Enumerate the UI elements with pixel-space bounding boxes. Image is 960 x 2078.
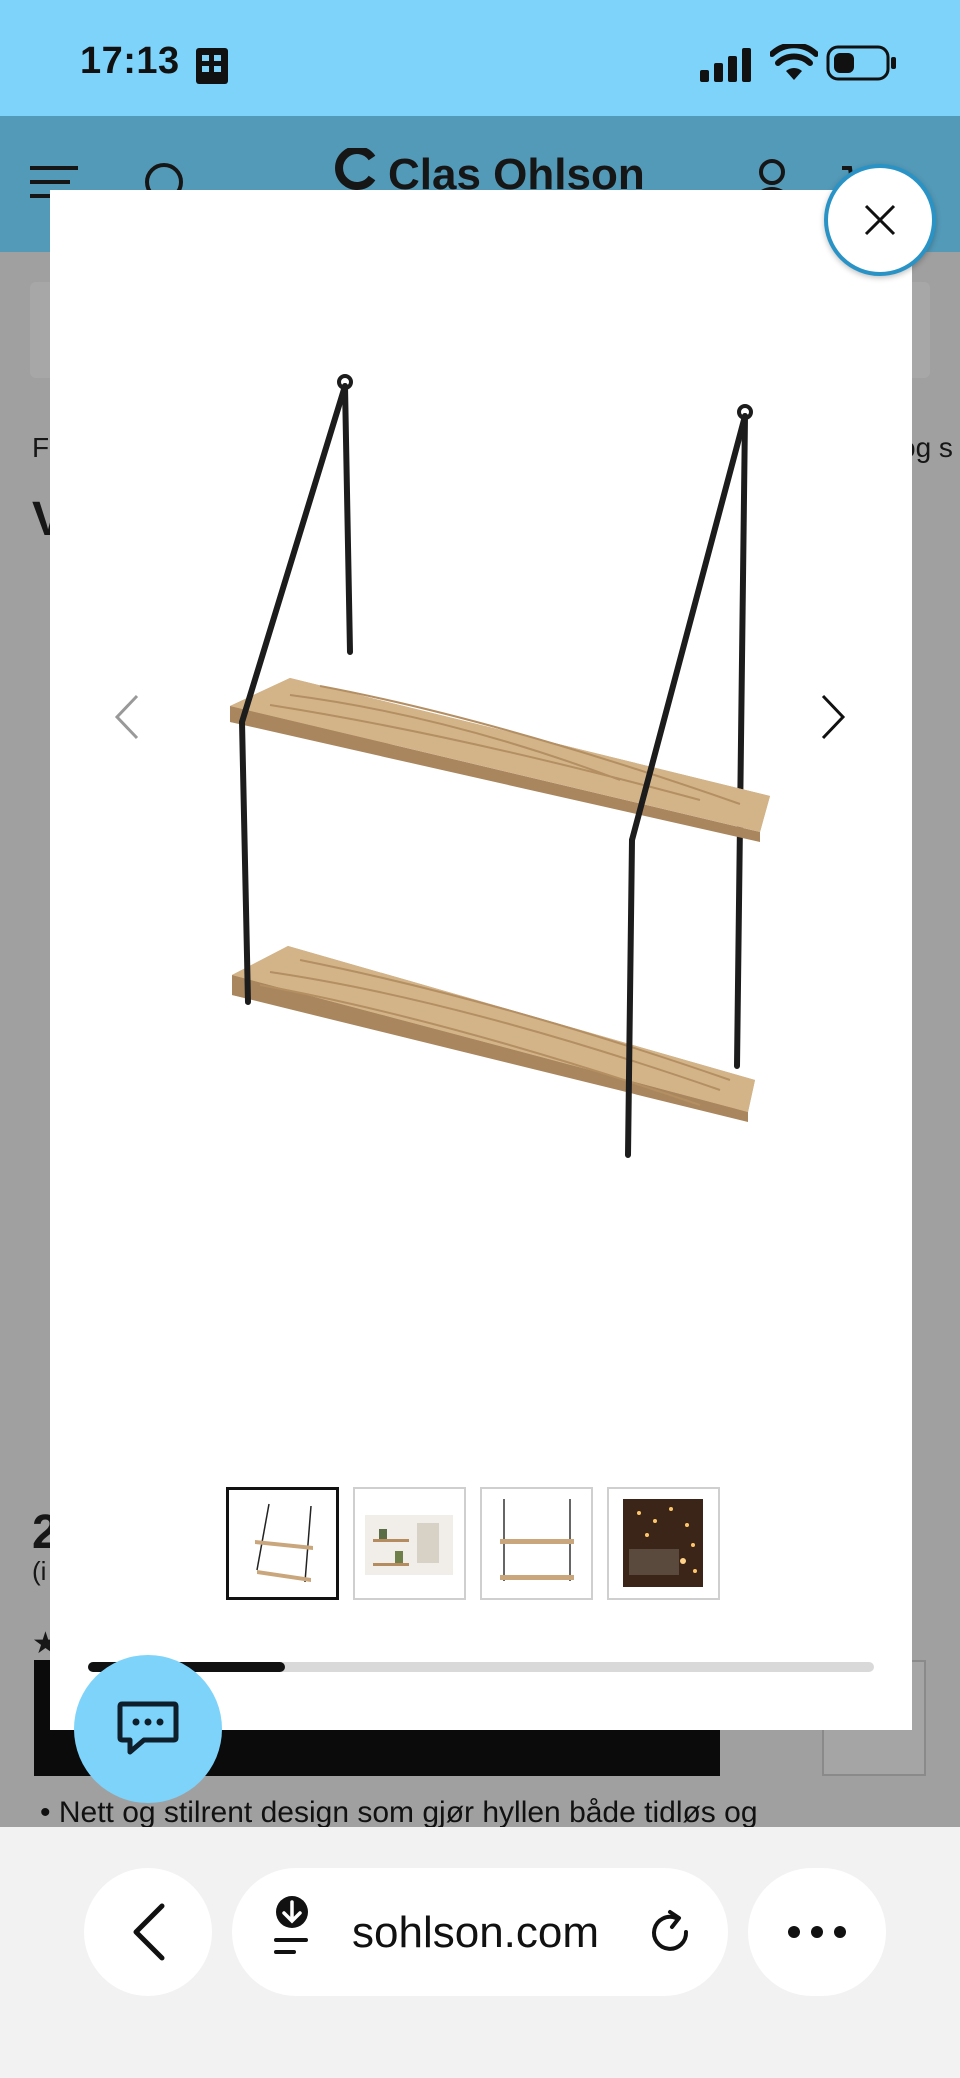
thumbnail-room-with-lights[interactable] — [607, 1487, 720, 1600]
reload-icon[interactable] — [646, 1908, 696, 1958]
wifi-icon — [770, 44, 818, 80]
thumbnail-shelf-front[interactable] — [226, 1487, 339, 1600]
chat-button[interactable] — [74, 1655, 222, 1803]
next-image-button[interactable] — [804, 677, 864, 757]
more-icon — [788, 1926, 846, 1938]
status-time: 17:13 — [80, 40, 180, 82]
status-bar: 17:13 — [0, 0, 960, 116]
cellular-signal-icon — [700, 48, 751, 82]
description-bullet-text: Nett og stilrent design som gjør hyllen … — [58, 1796, 758, 1829]
previous-image-button[interactable] — [96, 677, 156, 757]
back-icon — [133, 1903, 165, 1961]
thumbnail-room-with-lights-image — [623, 1499, 703, 1587]
thumbnail-shelf-with-plants-image — [365, 1515, 453, 1575]
thumbnail-shelf-plain[interactable] — [480, 1487, 593, 1600]
description-bullet: • Nett og stilrent design som gjør hylle… — [40, 1796, 758, 1829]
thumbnail-shelf-plain-image — [500, 1499, 574, 1581]
browser-url: sohlson.com — [352, 1908, 600, 1957]
thumbnail-strip — [226, 1487, 720, 1600]
chevron-left-icon — [114, 694, 139, 740]
browser-more-button[interactable] — [748, 1868, 886, 1996]
browser-back-button[interactable] — [84, 1868, 212, 1996]
download-icon — [274, 1896, 308, 1954]
battery-icon — [826, 45, 896, 81]
chat-bubble-icon — [117, 1701, 179, 1755]
thumbnail-shelf-with-plants[interactable] — [353, 1487, 466, 1600]
gallery-progress-track — [88, 1662, 874, 1672]
id-card-icon — [196, 48, 228, 84]
thumbnail-shelf-front-image — [255, 1503, 313, 1583]
chevron-right-icon — [821, 694, 846, 740]
close-icon — [864, 204, 896, 236]
close-gallery-button[interactable] — [824, 164, 936, 276]
browser-address-bar[interactable]: sohlson.com — [232, 1868, 728, 1996]
main-product-image — [230, 374, 770, 1158]
